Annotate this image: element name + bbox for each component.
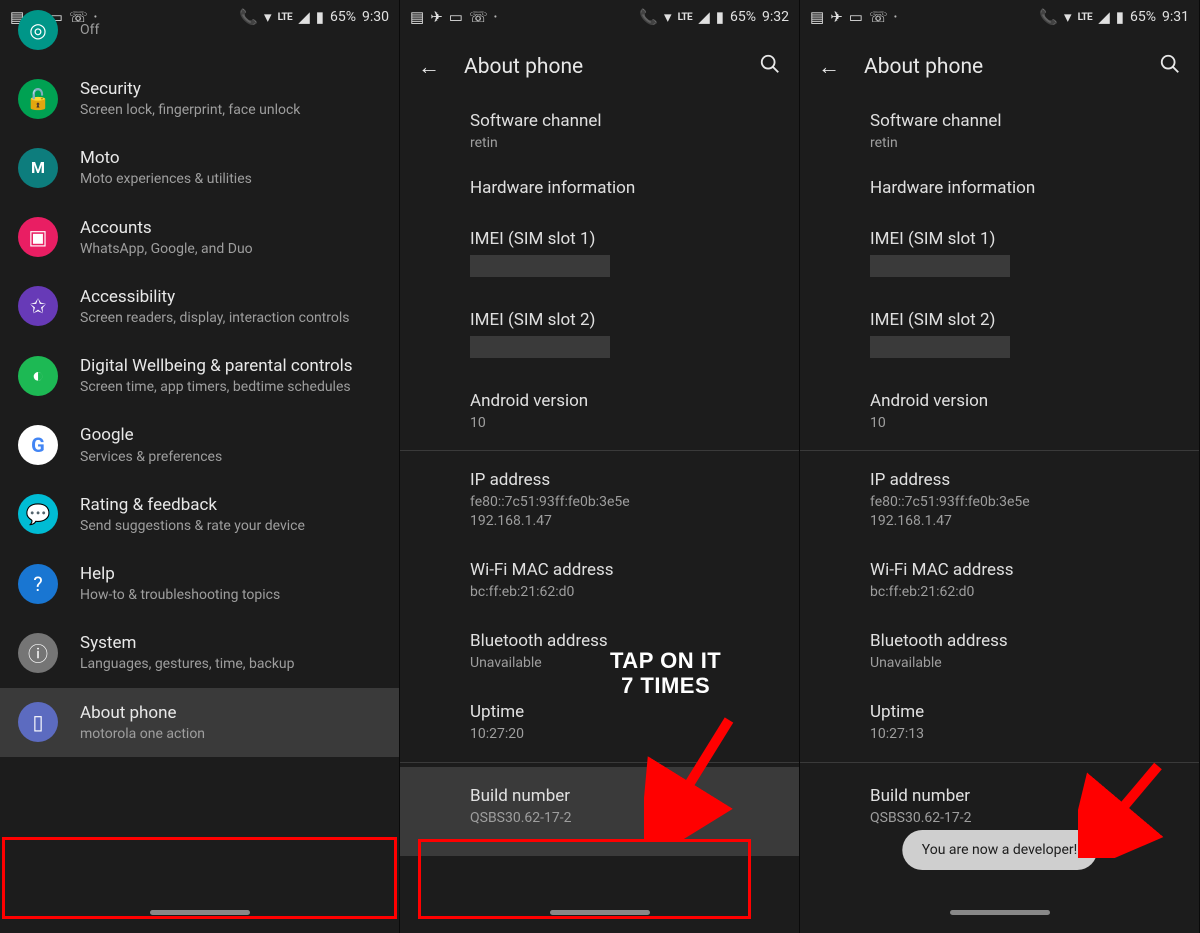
settings-item-accounts[interactable]: ▣ AccountsWhatsApp, Google, and Duo	[0, 203, 399, 272]
item-wifi-mac[interactable]: Wi-Fi MAC address bc:ff:eb:21:62:d0	[400, 545, 799, 616]
status-clock: 9:31	[1162, 9, 1189, 25]
wifi-icon: ▾	[664, 8, 672, 26]
page-title: About phone	[464, 55, 735, 79]
accessibility-icon: ✩	[18, 286, 58, 326]
more-icon: •	[94, 12, 97, 23]
search-icon[interactable]	[759, 53, 781, 81]
notif-icon: ▤	[810, 8, 824, 26]
help-icon: ?	[18, 564, 58, 604]
settings-item-wellbeing[interactable]: ◐ Digital Wellbeing & parental controlsS…	[0, 341, 399, 410]
more-icon: •	[894, 12, 897, 23]
telegram-icon: ✈	[430, 8, 443, 26]
more-icon: •	[494, 12, 497, 23]
status-clock: 9:32	[762, 9, 789, 25]
notif-icon: ▤	[410, 8, 424, 26]
search-icon[interactable]	[1159, 53, 1181, 81]
item-hardware-info[interactable]: Hardware information	[800, 163, 1199, 214]
info-icon: ⓘ	[18, 633, 58, 673]
phone-icon: ▯	[18, 702, 58, 742]
lock-icon: 🔓	[18, 79, 58, 119]
annotation-text: TAP ON IT 7 TIMES	[610, 648, 721, 699]
news-icon: ▭	[849, 8, 863, 26]
whatsapp-icon: ☏	[469, 8, 488, 26]
item-software-channel[interactable]: Software channel retin	[800, 100, 1199, 163]
lte-label: LTE	[678, 12, 693, 23]
item-hardware-info[interactable]: Hardware information	[400, 163, 799, 214]
screen-settings: ▤ ✈ ▭ ☏ • 📞 ▾ LTE ◢ ▮ 65% 9:30 ◎ Off 🔓 S…	[0, 0, 400, 933]
item-imei1[interactable]: IMEI (SIM slot 1)	[400, 214, 799, 295]
settings-item-google[interactable]: G GoogleServices & preferences	[0, 410, 399, 479]
status-bar: ▤ ✈ ▭ ☏ • 📞 ▾ LTE ◢ ▮ 65% 9:32	[400, 0, 799, 34]
signal-icon: ◢	[1098, 8, 1110, 26]
volte-icon: 📞	[1039, 8, 1058, 26]
accounts-icon: ▣	[18, 217, 58, 257]
nav-bar[interactable]	[800, 910, 1199, 928]
item-ip[interactable]: IP address fe80::7c51:93ff:fe0b:3e5e 192…	[800, 455, 1199, 545]
settings-list[interactable]: ◎ Off 🔓 SecurityScreen lock, fingerprint…	[0, 0, 399, 933]
settings-item-help[interactable]: ? HelpHow-to & troubleshooting topics	[0, 549, 399, 618]
google-icon: G	[18, 425, 58, 465]
redacted-value	[470, 336, 610, 358]
app-bar: ← About phone	[400, 34, 799, 100]
about-list[interactable]: Software channel retin Hardware informat…	[400, 100, 799, 933]
screen-about-phone-toast: ▤ ✈ ▭ ☏ • 📞 ▾ LTE ◢ ▮ 65% 9:31 ← About p…	[800, 0, 1200, 933]
settings-item-system[interactable]: ⓘ SystemLanguages, gestures, time, backu…	[0, 618, 399, 687]
nav-bar[interactable]	[400, 910, 799, 928]
settings-item-location[interactable]: ◎ Off	[0, 0, 399, 64]
item-imei1[interactable]: IMEI (SIM slot 1)	[800, 214, 1199, 295]
item-uptime[interactable]: Uptime 10:27:20	[400, 687, 799, 758]
about-list[interactable]: Software channel retin Hardware informat…	[800, 100, 1199, 933]
app-bar: ← About phone	[800, 34, 1199, 100]
feedback-icon: 💬	[18, 494, 58, 534]
back-button[interactable]: ←	[418, 54, 440, 80]
nav-bar[interactable]	[0, 910, 399, 928]
battery-percent: 65%	[1130, 9, 1156, 25]
item-imei2[interactable]: IMEI (SIM slot 2)	[800, 295, 1199, 376]
volte-icon: 📞	[639, 8, 658, 26]
screen-about-phone: ▤ ✈ ▭ ☏ • 📞 ▾ LTE ◢ ▮ 65% 9:32 ← About p…	[400, 0, 800, 933]
settings-item-security[interactable]: 🔓 SecurityScreen lock, fingerprint, face…	[0, 64, 399, 133]
item-software-channel[interactable]: Software channel retin	[400, 100, 799, 163]
settings-item-about-phone[interactable]: ▯ About phonemotorola one action	[0, 688, 399, 757]
item-build-number[interactable]: Build number QSBS30.62-17-2	[400, 767, 799, 856]
redacted-value	[870, 336, 1010, 358]
lte-label: LTE	[1078, 12, 1093, 23]
item-imei2[interactable]: IMEI (SIM slot 2)	[400, 295, 799, 376]
battery-percent: 65%	[730, 9, 756, 25]
item-android-version[interactable]: Android version 10	[800, 376, 1199, 447]
item-uptime[interactable]: Uptime 10:27:13	[800, 687, 1199, 758]
telegram-icon: ✈	[830, 8, 843, 26]
settings-item-accessibility[interactable]: ✩ AccessibilityScreen readers, display, …	[0, 272, 399, 341]
page-title: About phone	[864, 55, 1135, 79]
location-icon: ◎	[18, 10, 58, 50]
whatsapp-icon: ☏	[869, 8, 888, 26]
item-wifi-mac[interactable]: Wi-Fi MAC address bc:ff:eb:21:62:d0	[800, 545, 1199, 616]
wellbeing-icon: ◐	[18, 356, 58, 396]
status-bar: ▤ ✈ ▭ ☏ • 📞 ▾ LTE ◢ ▮ 65% 9:31	[800, 0, 1199, 34]
moto-icon: M	[18, 148, 58, 188]
battery-icon: ▮	[716, 8, 724, 26]
item-android-version[interactable]: Android version 10	[400, 376, 799, 447]
item-bluetooth[interactable]: Bluetooth address Unavailable	[400, 616, 799, 687]
toast-developer: You are now a developer!	[902, 830, 1097, 870]
back-button[interactable]: ←	[818, 54, 840, 80]
redacted-value	[870, 255, 1010, 277]
settings-item-moto[interactable]: M MotoMoto experiences & utilities	[0, 133, 399, 202]
item-bluetooth[interactable]: Bluetooth address Unavailable	[800, 616, 1199, 687]
news-icon: ▭	[449, 8, 463, 26]
wifi-icon: ▾	[1064, 8, 1072, 26]
battery-icon: ▮	[1116, 8, 1124, 26]
item-ip[interactable]: IP address fe80::7c51:93ff:fe0b:3e5e 192…	[400, 455, 799, 545]
settings-item-rating[interactable]: 💬 Rating & feedbackSend suggestions & ra…	[0, 480, 399, 549]
signal-icon: ◢	[698, 8, 710, 26]
redacted-value	[470, 255, 610, 277]
